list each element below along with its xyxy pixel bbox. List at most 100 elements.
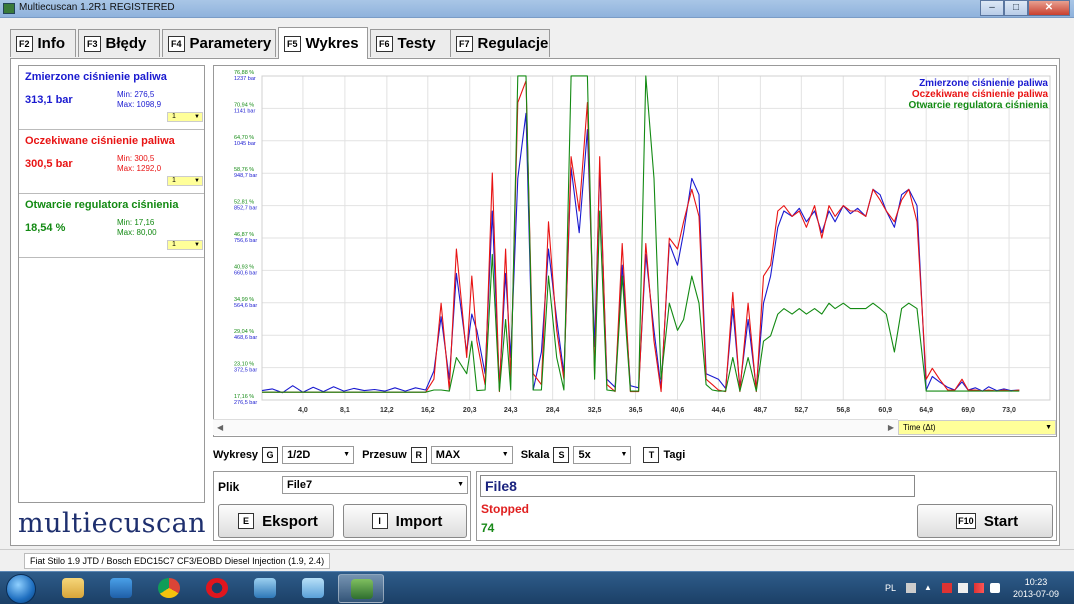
param-min: Min: 17,16 — [117, 218, 155, 227]
x-tick-label: 8,1 — [340, 407, 350, 414]
tab-label: Błędy — [105, 35, 147, 52]
app-window-icon — [254, 578, 276, 598]
horizontal-scrollbar[interactable]: ◀ ▶ — [213, 419, 898, 435]
taskbar-explorer[interactable] — [50, 574, 96, 603]
maximize-button[interactable]: □ — [1004, 0, 1028, 16]
series-expected-pressure — [262, 80, 1020, 393]
sample-count: 74 — [481, 521, 495, 535]
skala-select[interactable]: 5x ▼ — [573, 446, 632, 464]
x-tick-label: 36,5 — [629, 407, 643, 414]
import-button[interactable]: I Import — [343, 504, 467, 538]
scroll-left-icon[interactable]: ◀ — [217, 423, 223, 432]
import-key: I — [371, 513, 388, 529]
param-regulator-opening[interactable]: Otwarcie regulatora ciśnienia 18,54 % Mi… — [19, 194, 204, 258]
window-title: Multiecuscan 1.2R1 REGISTERED — [19, 2, 175, 13]
chrome-icon — [158, 578, 180, 598]
clock-date: 2013-07-09 — [1012, 589, 1060, 599]
scale-dropdown[interactable]: 1 ▼ — [167, 112, 203, 122]
przesuw-label: Przesuw — [362, 449, 407, 461]
chart-controls: Wykresy G 1/2D ▼ Przesuw R MAX ▼ Skala S 5… — [213, 444, 685, 466]
export-button[interactable]: E Eksport — [218, 504, 334, 538]
x-axis-dropdown[interactable]: Time (Δt) ▼ — [898, 420, 1056, 435]
param-measured-pressure[interactable]: Zmierzone ciśnienie paliwa 313,1 bar Min… — [19, 66, 204, 130]
tab-regulacje[interactable]: F7 Regulacje — [450, 29, 550, 57]
language-indicator[interactable]: PL — [885, 583, 896, 593]
start-key: F10 — [955, 513, 976, 529]
scroll-right-icon[interactable]: ▶ — [888, 420, 894, 436]
status-state: Stopped — [481, 502, 529, 516]
tab-wykres[interactable]: F5 Wykres — [278, 27, 368, 59]
x-tick-label: 12,2 — [380, 407, 394, 414]
y-tick-label-bar: 564,6 bar — [234, 303, 257, 309]
x-tick-label: 48,7 — [754, 407, 768, 414]
tab-bledy[interactable]: F3 Błędy — [78, 29, 160, 57]
wykresy-label: Wykresy — [213, 449, 259, 461]
tagi-key[interactable]: T — [643, 447, 660, 463]
x-tick-label: 24,3 — [504, 407, 518, 414]
legend-entry: Otwarcie regulatora ciśnienia — [908, 100, 1049, 111]
scale-dropdown[interactable]: 1 ▼ — [167, 240, 203, 250]
przesuw-select[interactable]: MAX ▼ — [430, 446, 513, 464]
start-button[interactable]: F10 Start — [917, 504, 1053, 538]
chevron-down-icon: ▼ — [194, 178, 200, 184]
battery-icon[interactable] — [958, 583, 968, 593]
scale-dropdown[interactable]: 1 ▼ — [167, 176, 203, 186]
filename-input[interactable]: File8 — [480, 475, 915, 497]
y-tick-label-bar: 948,7 bar — [234, 173, 257, 179]
tab-key: F7 — [456, 35, 473, 52]
tab-label: Wykres — [305, 35, 359, 52]
volume-icon[interactable] — [990, 583, 1000, 593]
action-center-icon[interactable] — [942, 583, 952, 593]
x-tick-label: 16,2 — [421, 407, 435, 414]
tab-key: F3 — [84, 35, 101, 52]
x-tick-label: 64,9 — [919, 407, 933, 414]
x-tick-label: 32,5 — [588, 407, 602, 414]
wykresy-select[interactable]: 1/2D ▼ — [282, 446, 355, 464]
tab-parametery[interactable]: F4 Parametery — [162, 29, 276, 57]
chart-legend: Zmierzone ciśnienie paliwa Oczekiwane ci… — [909, 78, 1049, 111]
chevron-up-icon[interactable]: ▲ — [924, 583, 934, 593]
taskbar: PL ▲ 10:23 2013-07-09 — [0, 571, 1074, 604]
tab-label: Regulacje — [477, 35, 549, 52]
keyboard-icon[interactable] — [906, 583, 916, 593]
export-label: Eksport — [262, 512, 318, 530]
chevron-down-icon: ▼ — [457, 481, 464, 488]
minimize-button[interactable]: – — [980, 0, 1004, 16]
y-tick-label-bar: 1045 bar — [234, 141, 256, 147]
x-tick-label: 28,4 — [546, 407, 560, 414]
file-select[interactable]: File7 ▼ — [282, 476, 468, 494]
app-icon — [3, 3, 15, 14]
taskbar-media[interactable] — [98, 574, 144, 603]
paint-icon — [302, 578, 324, 598]
network-icon[interactable] — [974, 583, 984, 593]
taskbar-chrome[interactable] — [146, 574, 192, 603]
start-orb-icon[interactable] — [6, 574, 36, 604]
param-value: 300,5 bar — [25, 158, 73, 170]
x-tick-label: 44,6 — [712, 407, 726, 414]
title-bar: Multiecuscan 1.2R1 REGISTERED – □ ✕ — [0, 0, 1074, 18]
param-min: Min: 300,5 — [117, 154, 155, 163]
y-tick-label-bar: 1141 bar — [234, 108, 255, 114]
chevron-down-icon: ▼ — [194, 114, 200, 120]
param-max: Max: 80,00 — [117, 228, 157, 237]
chevron-down-icon: ▼ — [343, 451, 351, 458]
param-value: 18,54 % — [25, 222, 66, 234]
taskbar-paint[interactable] — [290, 574, 336, 603]
taskbar-multiecuscan[interactable] — [338, 574, 384, 603]
taskbar-opera[interactable] — [194, 574, 240, 603]
vehicle-info: Fiat Stilo 1.9 JTD / Bosch EDC15C7 CF3/E… — [24, 553, 331, 569]
param-expected-pressure[interactable]: Oczekiwane ciśnienie paliwa 300,5 bar Mi… — [19, 130, 204, 194]
y-tick-label-bar: 372,5 bar — [234, 368, 257, 374]
clock[interactable]: 10:23 2013-07-09 — [1006, 576, 1066, 600]
tab-testy[interactable]: F6 Testy — [370, 29, 456, 57]
przesuw-key: R — [410, 447, 427, 463]
legend-entry: Oczekiwane ciśnienie paliwa — [911, 89, 1048, 100]
tab-info[interactable]: F2 Info — [10, 29, 76, 57]
close-button[interactable]: ✕ — [1028, 0, 1070, 16]
param-name: Oczekiwane ciśnienie paliwa — [25, 135, 175, 147]
skala-value: 5x — [578, 449, 591, 461]
import-label: Import — [395, 512, 443, 530]
taskbar-app[interactable] — [242, 574, 288, 603]
tab-key: F2 — [16, 35, 33, 52]
chart-area[interactable]: 76,88 % 1237 bar 70,94 % 1141 bar 64,70 % 104… — [213, 65, 1057, 437]
